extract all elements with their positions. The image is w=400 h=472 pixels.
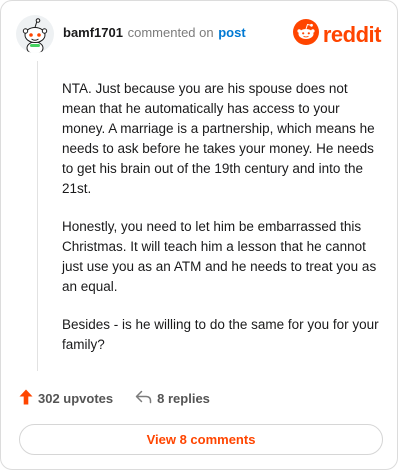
reddit-logo-icon	[292, 19, 319, 50]
view-comments-button[interactable]: View 8 comments	[19, 424, 383, 455]
user-avatar-icon[interactable]	[16, 15, 54, 53]
reddit-wordmark: reddit	[322, 21, 382, 47]
comment-meta: bamf1701 commented on post	[63, 25, 246, 41]
comment-paragraph: NTA. Just because you are his spouse doe…	[62, 81, 375, 196]
replies-label: 8 replies	[157, 391, 210, 406]
thread-line	[37, 61, 38, 371]
comment-footer: 302 upvotes 8 replies	[19, 389, 210, 408]
upvote-arrow-icon	[19, 389, 38, 408]
reddit-brand[interactable]: reddit	[292, 19, 382, 50]
comment-paragraph: Honestly, you need to let him be embarra…	[62, 219, 377, 294]
comment-card: bamf1701 commented on post reddit NTA. J…	[0, 0, 398, 470]
username-link[interactable]: bamf1701	[63, 25, 123, 40]
commented-on-text: commented on	[127, 25, 214, 40]
upvotes-stat[interactable]: 302 upvotes	[19, 389, 113, 408]
replies-stat[interactable]: 8 replies	[135, 390, 210, 407]
post-link[interactable]: post	[218, 25, 245, 40]
comment-body: NTA. Just because you are his spouse doe…	[62, 79, 380, 373]
reply-arrow-icon	[135, 390, 157, 407]
comment-header: bamf1701 commented on post reddit	[16, 15, 382, 55]
upvotes-label: 302 upvotes	[38, 391, 114, 406]
comment-paragraph: Besides - is he willing to do the same f…	[62, 317, 379, 352]
